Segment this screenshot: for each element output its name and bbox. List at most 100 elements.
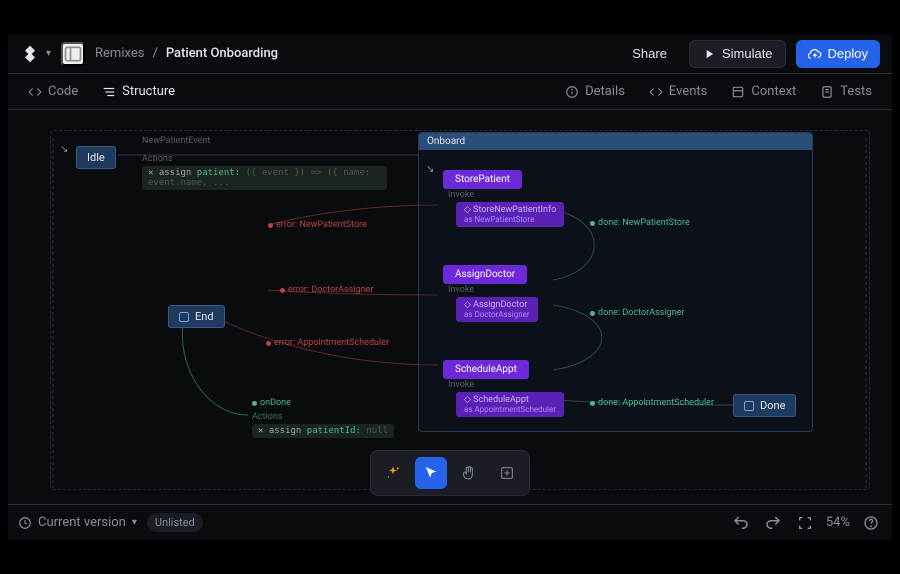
hand-icon <box>461 465 477 481</box>
invoke-store-patient[interactable]: ◇ StoreNewPatientInfo as NewPatientStore <box>456 202 564 227</box>
breadcrumb-sep: / <box>152 46 157 61</box>
error-store-label: error: NewPatientStore <box>276 220 367 230</box>
on-done-text: onDone <box>260 398 291 408</box>
add-tool-button[interactable] <box>491 457 523 489</box>
deploy-label: Deploy <box>828 46 868 61</box>
tab-context[interactable]: Context <box>721 78 806 106</box>
play-icon <box>702 47 716 61</box>
state-assign-doctor[interactable]: AssignDoctor <box>443 265 527 284</box>
statusbar: Current version ▾ Unlisted 54% <box>8 504 892 540</box>
state-store-patient[interactable]: StorePatient <box>443 170 522 189</box>
help-button[interactable] <box>860 512 882 534</box>
state-done-label: Done <box>760 399 785 412</box>
invoke-as-1: as NewPatientStore <box>464 215 556 224</box>
state-idle-label: Idle <box>87 151 105 164</box>
tab-events-label: Events <box>669 84 707 99</box>
visibility-badge[interactable]: Unlisted <box>147 513 203 532</box>
assign-key: patient: <box>197 168 240 178</box>
tab-code[interactable]: Code <box>18 78 88 106</box>
done-doctor-label: done: DoctorAssigner <box>598 308 684 318</box>
invoke-label-2: Invoke <box>448 285 474 295</box>
tab-details[interactable]: Details <box>555 78 635 106</box>
ondone-assign-expr: null <box>366 426 388 436</box>
tab-code-label: Code <box>48 84 78 99</box>
share-button[interactable]: Share <box>620 40 679 68</box>
tab-structure-label: Structure <box>122 84 175 99</box>
canvas[interactable]: ↘ Idle NewPatientEvent Actions ✕ assign … <box>8 110 892 504</box>
tab-details-label: Details <box>585 84 625 99</box>
actions-label: Actions <box>142 154 172 164</box>
breadcrumb-current[interactable]: Patient Onboarding <box>166 46 278 61</box>
ondone-assign-kw: assign <box>269 426 302 436</box>
onboard-initial-arrow-icon: ↘ <box>426 164 434 175</box>
state-done[interactable]: Done <box>733 394 796 417</box>
invoke-schedule-appt[interactable]: ◇ ScheduleAppt as AppointmentScheduler <box>456 392 564 417</box>
tab-tests[interactable]: Tests <box>810 78 882 106</box>
tab-tests-label: Tests <box>840 84 872 99</box>
magic-tool-button[interactable] <box>377 457 409 489</box>
assign-keyword: assign <box>159 168 192 178</box>
undo-button[interactable] <box>730 512 752 534</box>
error-schedule-label: error: AppointmentScheduler <box>274 338 389 348</box>
invoke-as-3: as AppointmentScheduler <box>464 405 556 414</box>
transition-error-doctor[interactable]: error: DoctorAssigner <box>280 285 373 295</box>
info-icon <box>565 85 579 99</box>
version-selector[interactable]: Current version ▾ <box>18 515 137 530</box>
state-end[interactable]: End <box>168 305 225 328</box>
transition-done-schedule[interactable]: done: AppointmentScheduler <box>590 398 714 408</box>
state-schedule-appt[interactable]: ScheduleAppt <box>443 360 529 379</box>
undo-icon <box>732 514 750 532</box>
ondone-assign-key: patientId: <box>307 426 361 436</box>
code-icon <box>28 85 42 99</box>
invoke-assign-doctor[interactable]: ◇ AssignDoctor as DoctorAssigner <box>456 297 538 322</box>
events-icon <box>649 85 663 99</box>
invoke-name-3: ScheduleAppt <box>473 395 529 405</box>
redo-button[interactable] <box>762 512 784 534</box>
sparkle-icon <box>385 465 401 481</box>
initial-arrow-icon: ↘ <box>60 144 68 155</box>
state-end-label: End <box>195 310 214 323</box>
chevron-down-icon: ▾ <box>132 517 137 528</box>
simulate-label: Simulate <box>722 46 773 61</box>
zoom-level[interactable]: 54% <box>826 515 850 530</box>
version-label: Current version <box>38 515 126 530</box>
topbar: ▾ Remixes / Patient Onboarding Share Sim… <box>8 34 892 74</box>
help-icon <box>863 515 879 531</box>
pan-tool-button[interactable] <box>453 457 485 489</box>
done-store-label: done: NewPatientStore <box>598 218 690 228</box>
simulate-button[interactable]: Simulate <box>689 40 786 68</box>
panel-toggle-button[interactable] <box>61 42 85 66</box>
state-idle[interactable]: Idle <box>76 146 116 169</box>
history-icon <box>18 516 32 530</box>
tab-structure[interactable]: Structure <box>92 78 185 106</box>
tab-context-label: Context <box>751 84 796 99</box>
breadcrumb: Remixes / Patient Onboarding <box>95 46 278 61</box>
tab-events[interactable]: Events <box>639 78 717 106</box>
invoke-name-2: AssignDoctor <box>473 300 527 310</box>
invoke-label-3: Invoke <box>448 380 474 390</box>
on-done-assign[interactable]: ✕ assign patientId: null <box>252 424 394 438</box>
transition-done-doctor[interactable]: done: DoctorAssigner <box>590 308 684 318</box>
event-new-patient-label[interactable]: NewPatientEvent <box>142 136 210 146</box>
app-logo-icon[interactable] <box>20 44 40 64</box>
transition-error-schedule[interactable]: error: AppointmentScheduler <box>266 338 389 348</box>
deploy-button[interactable]: Deploy <box>796 40 880 68</box>
final-state-icon <box>179 312 189 322</box>
upload-cloud-icon <box>808 47 822 61</box>
fullscreen-button[interactable] <box>794 512 816 534</box>
on-done-label[interactable]: onDone <box>252 398 291 408</box>
pointer-tool-button[interactable] <box>415 457 447 489</box>
canvas-toolbar <box>370 450 530 496</box>
pointer-icon <box>423 465 439 481</box>
subbar: Code Structure Details Events Context Te… <box>8 74 892 110</box>
on-done-actions-label: Actions <box>252 412 282 422</box>
transition-error-store[interactable]: error: NewPatientStore <box>268 220 367 230</box>
transition-done-store[interactable]: done: NewPatientStore <box>590 218 690 228</box>
workspace-chevron-icon[interactable]: ▾ <box>46 48 51 59</box>
tests-icon <box>820 85 834 99</box>
redo-icon <box>764 514 782 532</box>
initial-assign-action[interactable]: ✕ assign patient: ({ event }) => ({ name… <box>142 166 387 190</box>
breadcrumb-parent[interactable]: Remixes <box>95 46 144 61</box>
structure-icon <box>102 85 116 99</box>
context-icon <box>731 85 745 99</box>
